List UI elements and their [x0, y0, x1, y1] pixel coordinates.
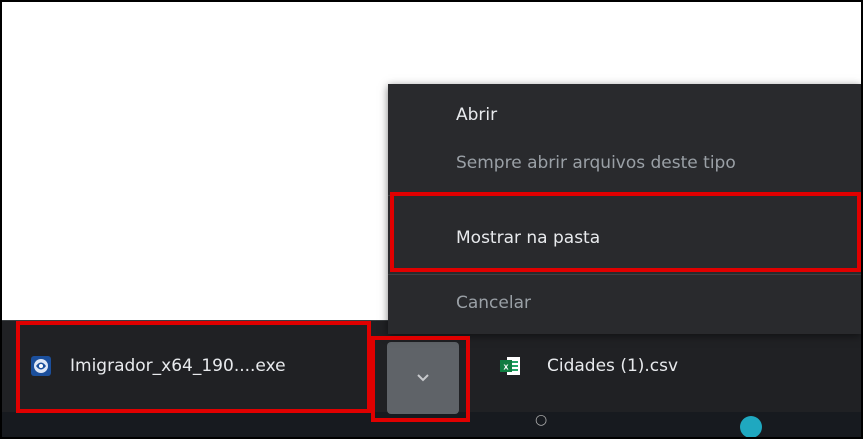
browser-window: ○ Imigrador_x64_190....exe x Cidades (1)… [2, 2, 861, 437]
menu-item-cancel[interactable]: Cancelar [456, 293, 531, 313]
taskbar-search-icon[interactable]: ○ [535, 412, 547, 428]
highlight-show-in-folder [390, 192, 861, 272]
menu-item-always-open[interactable]: Sempre abrir arquivos deste tipo [456, 153, 736, 173]
taskbar-app-icon[interactable] [740, 416, 762, 437]
excel-icon: x [500, 357, 520, 375]
highlight-download-item [16, 321, 371, 413]
svg-text:x: x [503, 362, 508, 372]
highlight-menu-button [371, 336, 470, 422]
menu-item-open[interactable]: Abrir [456, 105, 497, 125]
download-item-csv[interactable]: x Cidades (1).csv [499, 346, 799, 386]
download-filename: Cidades (1).csv [547, 356, 679, 376]
menu-separator [388, 274, 861, 275]
